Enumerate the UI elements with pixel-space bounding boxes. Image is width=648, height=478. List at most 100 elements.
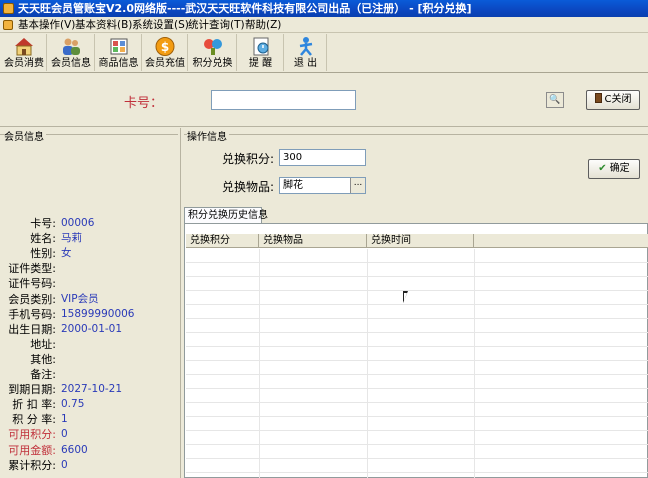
member-info-key: 可用金额:	[8, 443, 56, 457]
exchange-icon	[203, 39, 222, 55]
window-title: 天天旺会员管账宝V2.0网络版----武汉天天旺软件科技有限公司出品（已注册） …	[18, 2, 472, 15]
grid-icon	[110, 38, 127, 55]
member-info-value: 2027-10-21	[61, 383, 123, 396]
exit-icon	[299, 37, 312, 56]
toolbar-member-consumption-button[interactable]: 会员消费	[2, 34, 47, 71]
reminder-icon	[253, 37, 268, 56]
menu-help[interactable]: 帮助(Z)	[245, 17, 281, 33]
member-info-row: 其他:	[0, 352, 181, 367]
member-info-value: 0.75	[61, 398, 85, 411]
member-info-row: 姓名: 马莉	[0, 231, 181, 246]
operation-info-title: 操作信息	[187, 128, 229, 143]
checkmark-icon: ✔	[598, 163, 607, 174]
member-info-key: 地址:	[30, 337, 56, 351]
member-info-value: 0	[61, 458, 68, 471]
coin-icon: $	[155, 37, 175, 56]
card-number-row: 卡号： 🔍 C关闭	[0, 74, 648, 127]
member-info-row: 证件号码:	[0, 276, 181, 291]
member-info-row: 出生日期: 2000-01-01	[0, 322, 181, 337]
grid-column-line	[367, 249, 368, 478]
member-info-key: 备注:	[30, 368, 56, 381]
menu-basic-operations[interactable]: 基本操作(V)	[18, 17, 75, 33]
member-info-row: 到期日期: 2027-10-21	[0, 382, 181, 397]
member-info-row: 地址:	[0, 337, 181, 352]
member-info-value: 马莉	[61, 232, 82, 245]
toolbar-reminder-button[interactable]: 提 醒	[238, 34, 284, 71]
close-button[interactable]: C关闭	[586, 90, 640, 110]
column-header-item[interactable]: 兑换物品	[259, 234, 367, 248]
toolbar-product-info-button[interactable]: 商品信息	[96, 34, 142, 71]
member-info-row: 卡号: 00006	[0, 216, 181, 231]
column-header-points[interactable]: 兑换积分	[186, 234, 259, 248]
member-info-value: 00006	[61, 217, 95, 229]
toolbar: 会员消费 会员信息 商品信息 $ 会员充值 积分兑换 提 醒 退 出	[0, 33, 648, 73]
member-info-value: 1	[61, 413, 68, 426]
member-info-key: 到期日期:	[8, 383, 56, 397]
grid-column-line	[259, 249, 260, 478]
card-number-input[interactable]: 🔍	[211, 90, 564, 110]
window-titlebar[interactable]: 天天旺会员管账宝V2.0网络版----武汉天天旺软件科技有限公司出品（已注册） …	[0, 0, 648, 17]
menu-statistics-query[interactable]: 统计查询(T)	[188, 17, 245, 33]
history-grid-header: 兑换积分 兑换物品 兑换时间	[186, 234, 648, 248]
member-info-value: 0	[61, 428, 68, 441]
grid-column-line	[474, 249, 475, 478]
card-number-label: 卡号：	[124, 96, 164, 111]
toolbar-points-exchange-button[interactable]: 积分兑换	[189, 34, 237, 71]
item-picker-button[interactable]: ...	[350, 178, 365, 193]
member-info-row: 可用金额: 6600	[0, 443, 181, 458]
member-info-key: 出生日期:	[8, 322, 56, 336]
history-grid[interactable]: 兑换积分 兑换物品 兑换时间	[184, 223, 648, 478]
toolbar-member-info-button[interactable]: 会员信息	[48, 34, 95, 71]
tab-exchange-history[interactable]: 积分兑换历史信息	[184, 207, 268, 223]
member-info-row: 累计积分: 0	[0, 458, 181, 473]
member-info-value: 6600	[61, 443, 88, 456]
member-info-value: 2000-01-01	[61, 322, 123, 335]
member-info-key: 累计积分:	[8, 458, 56, 472]
member-info-value: 15899990006	[61, 307, 135, 320]
member-info-key: 其他:	[30, 352, 56, 366]
member-info-title: 会员信息	[4, 128, 46, 143]
member-info-row: 手机号码: 15899990006	[0, 307, 181, 322]
exchange-item-input[interactable]: 脚花 ...	[279, 177, 366, 194]
member-info-row: 折 扣 率: 0.75	[0, 397, 181, 412]
operation-divider	[184, 134, 648, 135]
house-icon	[15, 38, 33, 56]
svg-text:$: $	[161, 40, 169, 54]
member-info-row: 可用积分: 0	[0, 427, 181, 442]
member-info-key: 折 扣 率:	[12, 398, 56, 412]
member-info-key: 可用积分:	[8, 428, 56, 442]
menu-bar: 基本操作(V) 基本资料(B) 系统设置(S) 统计查询(T) 帮助(Z)	[0, 17, 648, 33]
member-info-value: 女	[61, 247, 72, 260]
member-info-panel: 会员信息 卡号: 00006 姓名: 马莉 性别: 女证件类型: 证件号码: 会员类别: VIP…	[0, 128, 181, 478]
member-info-row: 积 分 率: 1	[0, 412, 181, 427]
search-icon[interactable]: 🔍	[546, 92, 564, 108]
member-info-key: 会员类别:	[8, 292, 56, 306]
users-icon	[63, 38, 80, 55]
exchange-points-input[interactable]: 300	[279, 149, 366, 166]
member-info-row: 备注:	[0, 367, 181, 382]
menu-system-settings[interactable]: 系统设置(S)	[132, 17, 189, 33]
menu-basic-data[interactable]: 基本资料(B)	[75, 17, 132, 33]
history-grid-body[interactable]	[186, 249, 648, 478]
member-info-row: 会员类别: VIP会员	[0, 292, 181, 307]
app-icon	[3, 3, 14, 14]
door-icon	[594, 93, 602, 103]
confirm-button[interactable]: ✔ 确定	[588, 159, 640, 179]
member-info-row: 证件类型:	[0, 261, 181, 276]
member-info-key: 积 分 率:	[12, 413, 56, 427]
member-info-key: 性别:	[30, 247, 56, 261]
member-info-key: 证件号码:	[8, 277, 56, 291]
member-info-row: 性别: 女	[0, 246, 181, 261]
member-info-value: VIP会员	[61, 292, 99, 305]
member-info-key: 手机号码:	[8, 307, 56, 321]
exchange-points-label: 兑换积分:	[222, 152, 275, 166]
exchange-item-label: 兑换物品:	[222, 180, 275, 194]
operation-info-group: 操作信息 兑换积分: 300 兑换物品: 脚花 ... ✔ 确定	[184, 128, 648, 206]
member-info-key: 证件类型:	[8, 262, 56, 276]
member-info-key: 卡号:	[30, 217, 56, 230]
column-header-time[interactable]: 兑换时间	[367, 234, 474, 248]
toolbar-exit-button[interactable]: 退 出	[285, 34, 327, 71]
toolbar-member-recharge-button[interactable]: $ 会员充值	[143, 34, 188, 71]
member-info-key: 姓名:	[30, 232, 56, 246]
history-tab-area: 积分兑换历史信息 兑换积分 兑换物品 兑换时间	[184, 207, 648, 478]
